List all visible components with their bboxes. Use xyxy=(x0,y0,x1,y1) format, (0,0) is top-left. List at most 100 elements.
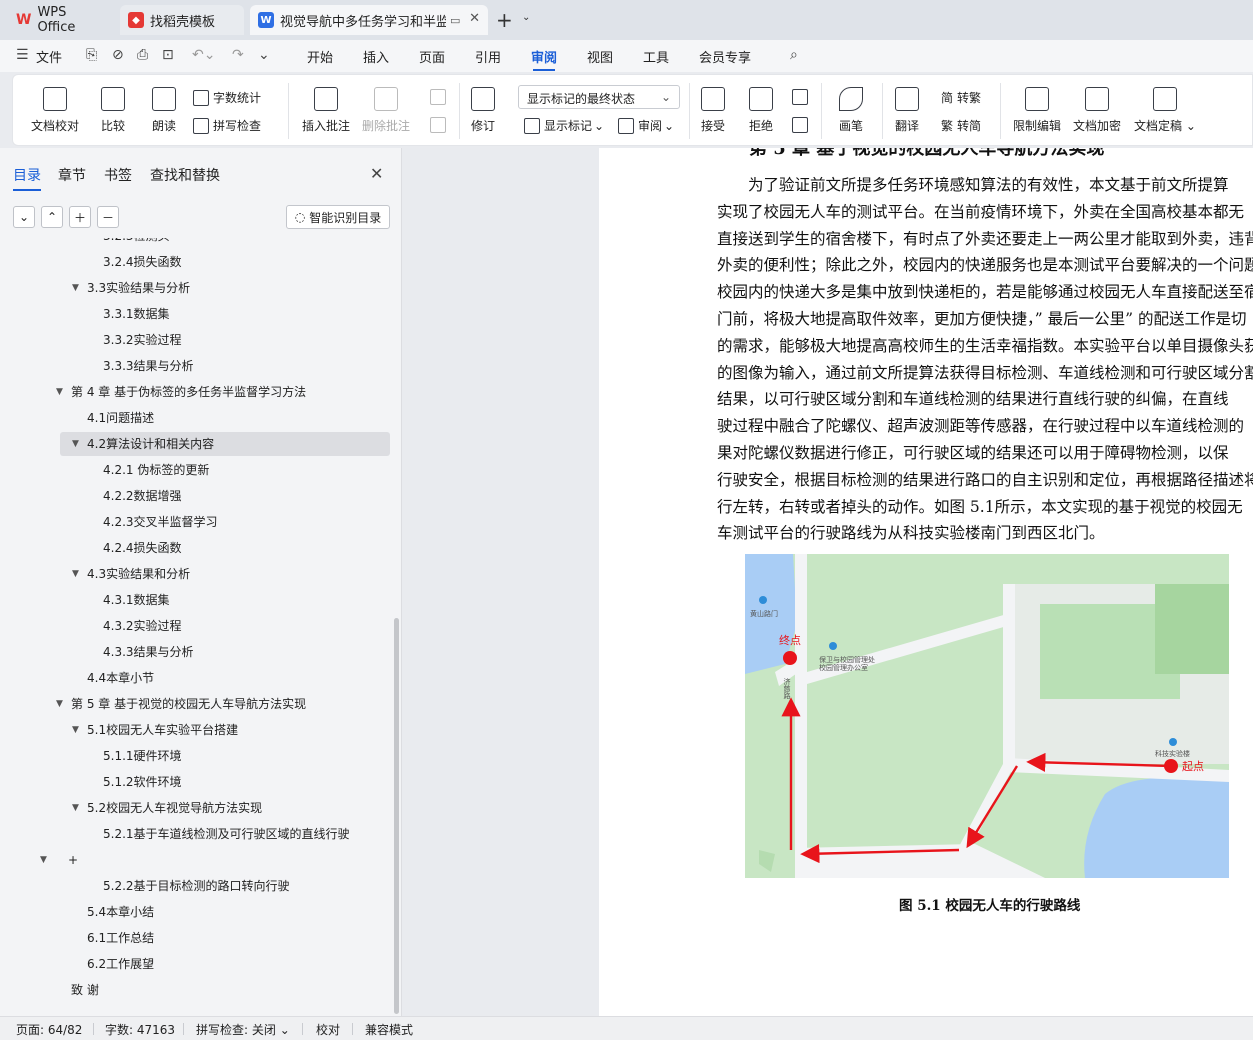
to-traditional-button[interactable]: 简 转繁 xyxy=(941,89,981,106)
toc-item[interactable]: 3.3.3结果与分析 xyxy=(0,354,392,378)
add-heading-button[interactable]: ＋ xyxy=(69,206,91,228)
toc-item[interactable]: 致 谢 xyxy=(0,978,392,1002)
toc-item[interactable]: 4.2.2数据增强 xyxy=(0,484,392,508)
remove-heading-button[interactable]: － xyxy=(97,206,119,228)
menu-tools[interactable]: 工具 xyxy=(643,47,669,66)
collapse-all-button[interactable]: ⌄ xyxy=(13,206,35,228)
tab-docer-templates[interactable]: ◆ 找稻壳模板 xyxy=(120,5,244,35)
close-icon[interactable]: ✕ xyxy=(370,164,383,183)
expand-toggle-icon[interactable]: ▼ xyxy=(56,380,63,404)
body-paragraph[interactable]: 为了验证前文所提多任务环境感知算法的有效性，本文基于前文所提算 实现了校园无人车的… xyxy=(717,172,1253,547)
toc-item[interactable]: 4.3.1数据集 xyxy=(0,588,392,612)
chevron-down-icon[interactable]: ⌄ xyxy=(522,12,530,23)
toc-scrollbar[interactable] xyxy=(394,618,399,1014)
encrypt-button[interactable]: 文档加密 xyxy=(1073,87,1121,134)
more-quick-actions-icon[interactable]: ⌄ xyxy=(258,47,270,63)
insert-comment-button[interactable]: 插入批注 xyxy=(302,87,350,134)
new-tab-icon[interactable]: + xyxy=(496,8,513,32)
toc-item[interactable]: 5.2.1基于车道线检测及可行驶区域的直线行驶 xyxy=(0,822,392,846)
tab-find-replace[interactable]: 查找和替换 xyxy=(150,165,220,185)
toc-item[interactable]: ▼ 第 5 章 基于视觉的校园无人车导航方法实现 xyxy=(0,692,392,716)
toc-item[interactable]: 3.3.2实验过程 xyxy=(0,328,392,352)
redo-icon[interactable]: ↷ xyxy=(232,47,244,63)
page-indicator[interactable]: 页面: 64/82 xyxy=(16,1021,82,1038)
expand-toggle-icon[interactable]: ▼ xyxy=(72,796,79,820)
expand-toggle-icon[interactable]: ▼ xyxy=(72,432,79,456)
expand-up-button[interactable]: ⌃ xyxy=(41,206,63,228)
toc-item[interactable]: 5.1.1硬件环境 xyxy=(0,744,392,768)
toc-item[interactable]: 4.3.2实验过程 xyxy=(0,614,392,638)
menu-home[interactable]: 开始 xyxy=(307,47,333,66)
search-icon[interactable]: ⌕ xyxy=(790,47,798,63)
word-count-button[interactable]: 字数统计 xyxy=(193,89,261,106)
read-aloud-button[interactable]: 朗读 xyxy=(152,87,176,134)
toc-item[interactable]: ▼ + xyxy=(0,848,392,872)
tab-bookmarks[interactable]: 书签 xyxy=(104,165,132,185)
menu-file[interactable]: 文件 xyxy=(36,47,62,66)
menu-review[interactable]: 审阅 xyxy=(531,47,557,71)
reject-button[interactable]: 拒绝 xyxy=(749,87,773,134)
toc-item[interactable]: 4.2.3交叉半监督学习 xyxy=(0,510,392,534)
toc-item[interactable]: 4.3.3结果与分析 xyxy=(0,640,392,664)
restrict-edit-button[interactable]: 限制编辑 xyxy=(1013,87,1061,134)
expand-toggle-icon[interactable]: ▼ xyxy=(56,692,63,716)
toc-item[interactable]: 4.2.4损失函数 xyxy=(0,536,392,560)
accept-button[interactable]: 接受 xyxy=(701,87,725,134)
print-icon[interactable]: ⎙ xyxy=(137,47,148,63)
expand-toggle-icon[interactable]: ▼ xyxy=(72,276,79,300)
export-pdf-icon[interactable]: ⊘ xyxy=(112,47,124,63)
toc-item[interactable]: ▼ 3.3实验结果与分析 xyxy=(0,276,392,300)
tab-document[interactable]: W 视觉导航中多任务学习和半监督 ▭ ✕ xyxy=(250,5,488,35)
finalize-button[interactable]: 文档定稿 ⌄ xyxy=(1134,87,1196,134)
tab-wps-office[interactable]: W WPS Office xyxy=(8,5,112,35)
previous-comment-button[interactable] xyxy=(430,89,450,105)
close-tab-icon[interactable]: ✕ xyxy=(469,11,480,26)
toc-item[interactable]: 4.4本章小节 xyxy=(0,666,392,690)
toc-item[interactable]: ▼ 4.2算法设计和相关内容 xyxy=(60,432,390,456)
next-change-button[interactable] xyxy=(792,117,812,133)
menu-member[interactable]: 会员专享 xyxy=(699,47,751,66)
show-markup-button[interactable]: 显示标记 ⌄ xyxy=(524,117,604,134)
to-simplified-button[interactable]: 繁 转简 xyxy=(941,117,981,134)
hamburger-menu-icon[interactable]: ☰ xyxy=(16,47,29,63)
proofread-status[interactable]: 校对 xyxy=(316,1021,340,1038)
previous-change-button[interactable] xyxy=(792,89,812,105)
toc-item[interactable]: 3.2.4损失函数 xyxy=(0,250,392,274)
markup-state-select[interactable]: 显示标记的最终状态 ⌄ xyxy=(518,85,680,109)
toc-item[interactable]: 6.2工作展望 xyxy=(0,952,392,976)
spell-check-status[interactable]: 拼写检查: 关闭 ⌄ xyxy=(196,1021,290,1038)
review-pane-button[interactable]: 审阅 ⌄ xyxy=(618,117,674,134)
translate-button[interactable]: 翻译 xyxy=(895,87,919,134)
menu-view[interactable]: 视图 xyxy=(587,47,613,66)
next-comment-button[interactable] xyxy=(430,117,450,133)
toc-item[interactable]: 6.1工作总结 xyxy=(0,926,392,950)
toc-item[interactable]: ▼ 5.2校园无人车视觉导航方法实现 xyxy=(0,796,392,820)
toc-item[interactable]: 4.1问题描述 xyxy=(0,406,392,430)
word-count-indicator[interactable]: 字数: 47163 xyxy=(105,1021,175,1038)
toc-item[interactable]: 5.2.2基于目标检测的路口转向行驶 xyxy=(0,874,392,898)
document-page[interactable]: 第 5 章 基于视觉的校园无人车导航方法实现 为了验证前文所提多任务环境感知算法… xyxy=(599,148,1253,1016)
save-icon[interactable]: ⎘ xyxy=(86,47,97,63)
expand-toggle-icon[interactable]: ▼ xyxy=(40,848,47,872)
toc-item[interactable]: ▼ 4.3实验结果和分析 xyxy=(0,562,392,586)
menu-page[interactable]: 页面 xyxy=(419,47,445,66)
monitor-icon[interactable]: ▭ xyxy=(450,14,460,27)
track-changes-button[interactable]: 修订 xyxy=(471,87,495,134)
undo-icon[interactable]: ↶⌄ xyxy=(192,47,215,63)
toc-item[interactable]: 3.2.3检测头 xyxy=(0,238,392,248)
pen-button[interactable]: 画笔 xyxy=(839,87,863,134)
toc-item[interactable]: 5.4本章小结 xyxy=(0,900,392,924)
compare-button[interactable]: 比较 xyxy=(101,87,125,134)
menu-references[interactable]: 引用 xyxy=(475,47,501,66)
toc-item[interactable]: 3.3.1数据集 xyxy=(0,302,392,326)
smart-toc-button[interactable]: ◌ 智能识别目录 xyxy=(286,205,390,229)
toc-item[interactable]: ▼ 第 4 章 基于伪标签的多任务半监督学习方法 xyxy=(0,380,392,404)
menu-insert[interactable]: 插入 xyxy=(363,47,389,66)
print-preview-icon[interactable]: ⊡ xyxy=(162,47,174,63)
toc-item[interactable]: 5.1.2软件环境 xyxy=(0,770,392,794)
delete-comment-button[interactable]: 删除批注 xyxy=(362,87,410,134)
toc-item[interactable]: 4.2.1 伪标签的更新 xyxy=(0,458,392,482)
tab-toc[interactable]: 目录 xyxy=(13,165,41,191)
toc-item[interactable]: ▼ 5.1校园无人车实验平台搭建 xyxy=(0,718,392,742)
expand-toggle-icon[interactable]: ▼ xyxy=(72,562,79,586)
